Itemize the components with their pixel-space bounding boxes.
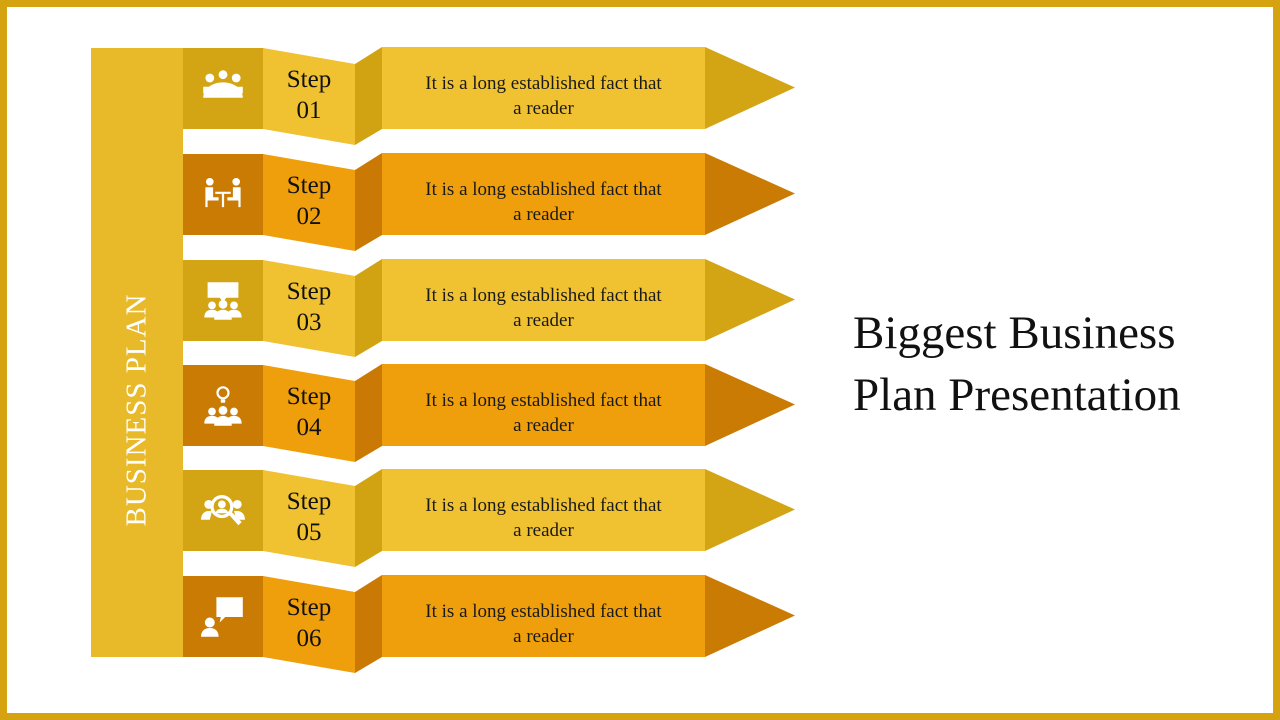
step-word: Step	[286, 594, 332, 621]
step-description: It is a long established fact that a read…	[382, 177, 705, 227]
step-label: Step 06	[263, 592, 355, 654]
step-word: Step	[286, 66, 332, 93]
meeting-table-icon	[183, 48, 263, 129]
slide-title: Biggest Business Plan Presentation	[853, 302, 1181, 426]
step-label: Step 03	[263, 276, 355, 338]
description-line-1: It is a long established fact that	[425, 601, 662, 622]
team-idea-icon	[183, 365, 263, 446]
step-label: Step 01	[263, 64, 355, 126]
people-search-icon	[183, 470, 263, 551]
fold-side-1	[355, 47, 382, 145]
step-label: Step 04	[263, 381, 355, 443]
title-line-1: Biggest Business	[853, 307, 1176, 359]
step-description: It is a long established fact that a read…	[382, 493, 705, 543]
step-number: 05	[296, 519, 322, 546]
step-word: Step	[286, 172, 332, 199]
fold-side-3	[355, 259, 382, 357]
step-number: 02	[296, 203, 322, 230]
fold-side-6	[355, 575, 382, 673]
step-word: Step	[286, 383, 332, 410]
description-line-1: It is a long established fact that	[425, 495, 662, 516]
fold-side-2	[355, 153, 382, 251]
description-line-2: a reader	[513, 415, 574, 436]
arrow-tip-5	[705, 469, 795, 551]
step-description: It is a long established fact that a read…	[382, 283, 705, 333]
arrow-tip-6	[705, 575, 795, 657]
arrow-tip-1	[705, 47, 795, 129]
description-line-1: It is a long established fact that	[425, 390, 662, 411]
step-number: 01	[296, 97, 322, 124]
person-idea-icon	[183, 576, 263, 657]
description-line-2: a reader	[513, 310, 574, 331]
fold-side-4	[355, 364, 382, 462]
description-line-1: It is a long established fact that	[425, 285, 662, 306]
description-line-2: a reader	[513, 626, 574, 647]
step-description: It is a long established fact that a read…	[382, 71, 705, 121]
presentation-group-icon	[183, 260, 263, 341]
fold-side-5	[355, 469, 382, 567]
description-line-1: It is a long established fact that	[425, 73, 662, 94]
description-line-2: a reader	[513, 204, 574, 225]
step-label: Step 02	[263, 170, 355, 232]
description-line-1: It is a long established fact that	[425, 179, 662, 200]
step-number: 04	[296, 414, 322, 441]
interview-icon	[183, 154, 263, 235]
step-word: Step	[286, 278, 332, 305]
title-line-2: Plan Presentation	[853, 369, 1181, 421]
arrow-tip-4	[705, 364, 795, 446]
arrow-tip-2	[705, 153, 795, 235]
step-label: Step 05	[263, 486, 355, 548]
arrow-tip-3	[705, 259, 795, 341]
step-number: 06	[296, 625, 322, 652]
step-description: It is a long established fact that a read…	[382, 388, 705, 438]
description-line-2: a reader	[513, 520, 574, 541]
step-word: Step	[286, 488, 332, 515]
description-line-2: a reader	[513, 98, 574, 119]
step-number: 03	[296, 309, 322, 336]
step-description: It is a long established fact that a read…	[382, 599, 705, 649]
